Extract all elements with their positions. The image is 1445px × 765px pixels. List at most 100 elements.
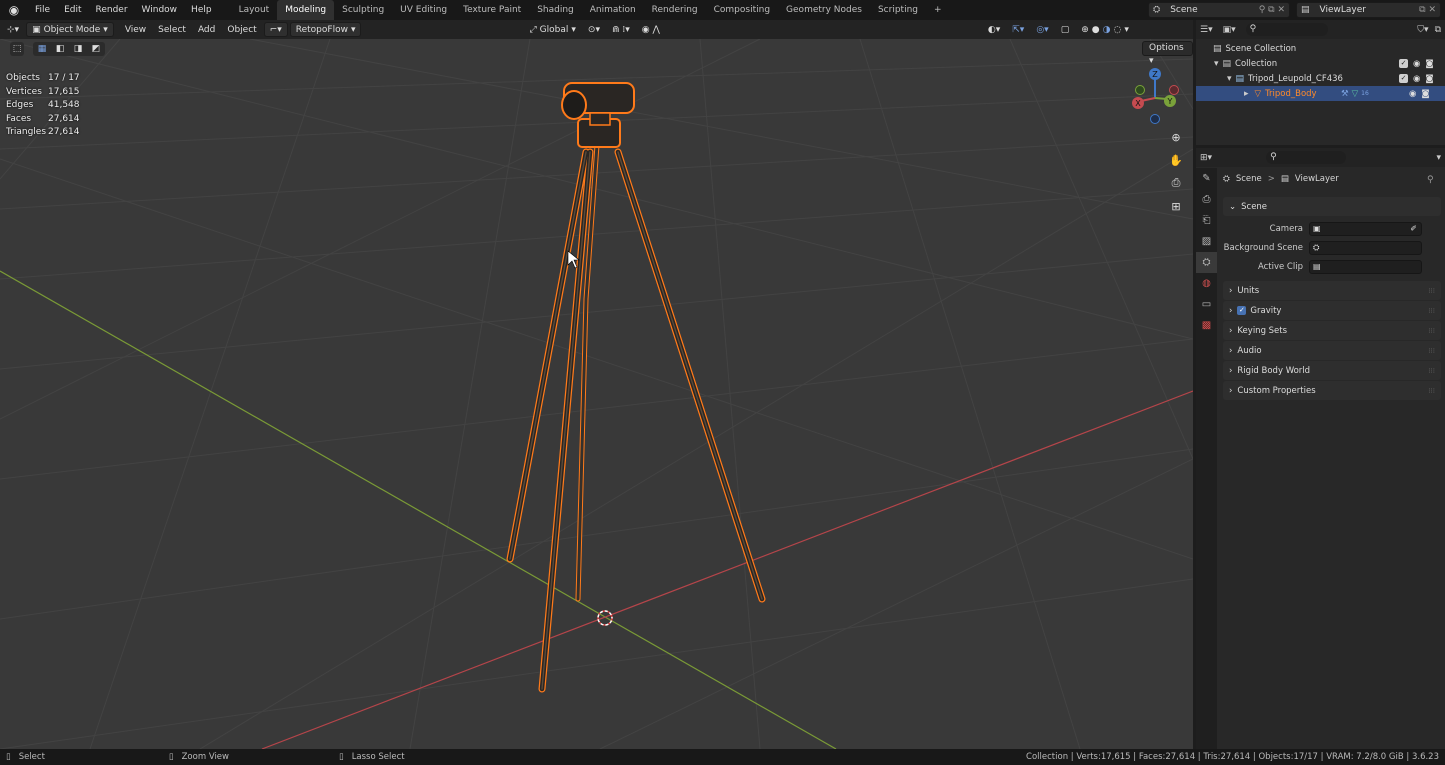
pin-icon[interactable]: ⚲ ⧉ ✕	[1259, 5, 1285, 15]
copy-icon[interactable]: ⧉ ✕	[1419, 5, 1436, 15]
tab-texture-paint[interactable]: Texture Paint	[455, 0, 529, 20]
3d-viewport[interactable]: Z Y X Objects 17 / 17 Vertices 17,615 Edge…	[0, 39, 1193, 749]
expand-icon[interactable]: ▾	[1227, 74, 1232, 84]
tripod-object[interactable]	[506, 82, 766, 693]
properties-search-input[interactable]: ⚲	[1266, 151, 1347, 164]
3d-cursor[interactable]	[597, 610, 613, 626]
eye-icon[interactable]: ◉	[1409, 89, 1416, 99]
tab-uv-editing[interactable]: UV Editing	[392, 0, 455, 20]
view-layer-selector[interactable]: ▤ ViewLayer ⧉ ✕	[1296, 2, 1441, 18]
panel-keying-sets[interactable]: › Keying Sets ⁞⁞⁞	[1223, 321, 1441, 340]
zoom-icon[interactable]: ⊕	[1167, 128, 1185, 146]
mode-dropdown[interactable]: ▣ Object Mode ▾	[26, 22, 114, 37]
tab-sculpting[interactable]: Sculpting	[334, 0, 392, 20]
gravity-checkbox[interactable]: ✓	[1237, 306, 1247, 315]
menu-help[interactable]: Help	[184, 0, 219, 20]
tab-animation[interactable]: Animation	[582, 0, 644, 20]
eye-icon[interactable]: ◉	[1413, 59, 1420, 69]
eyedropper-icon[interactable]: ✐	[1410, 224, 1417, 233]
chevron-down-icon[interactable]: ▾	[1436, 153, 1441, 163]
select-tool-icon[interactable]: ⬚	[10, 42, 24, 56]
snap-toggle[interactable]: ⋒ ⁞▾	[607, 22, 635, 37]
tab-scripting[interactable]: Scripting	[870, 0, 926, 20]
new-collection-icon[interactable]: ⧉	[1435, 25, 1441, 35]
panel-gravity[interactable]: › ✓ Gravity ⁞⁞⁞	[1223, 301, 1441, 320]
select-new-icon[interactable]: ▦	[38, 44, 47, 54]
tab-shading[interactable]: Shading	[529, 0, 582, 20]
panel-units[interactable]: › Units ⁞⁞⁞	[1223, 281, 1441, 300]
xray-toggle[interactable]: ▢	[1056, 22, 1075, 37]
outliner-search-input[interactable]: ⚲	[1245, 23, 1328, 36]
tab-layout[interactable]: Layout	[231, 0, 278, 20]
outliner-editor-icon[interactable]: ☰▾	[1200, 25, 1213, 35]
orientation-dropdown[interactable]: ⤢ Global ▾	[524, 22, 580, 37]
panel-custom-properties[interactable]: › Custom Properties ⁞⁞⁞	[1223, 381, 1441, 400]
field-background-scene: Background Scene ⛭	[1223, 238, 1445, 257]
camera-icon[interactable]: ⎙	[1167, 174, 1185, 192]
camera-render-icon[interactable]: ◙	[1421, 89, 1429, 99]
options-button[interactable]: Options ▾	[1142, 41, 1193, 66]
proportional-toggle[interactable]: ◉ ⋀	[637, 22, 665, 37]
tab-modeling[interactable]: Modeling	[277, 0, 335, 20]
menu-file[interactable]: File	[28, 0, 57, 20]
outliner-row-tripod-collection[interactable]: ▾ ▤ Tripod_Leupold_CF436 ✓ ◉ ◙	[1196, 71, 1445, 86]
display-mode-icon[interactable]: ▣▾	[1223, 25, 1236, 35]
menu-window[interactable]: Window	[135, 0, 185, 20]
scene-selector[interactable]: ⛭ Scene ⚲ ⧉ ✕	[1148, 2, 1290, 18]
drag-handle-icon[interactable]: ⁞⁞⁞	[1428, 367, 1435, 375]
select-subtract-icon[interactable]: ◨	[74, 44, 83, 54]
menu-object[interactable]: Object	[222, 22, 261, 37]
navigation-gizmo[interactable]: Z Y X	[1132, 68, 1179, 124]
pin-icon[interactable]: ⚲	[1427, 175, 1434, 185]
drag-handle-icon[interactable]: ⁞⁞⁞	[1428, 387, 1435, 395]
camera-render-icon[interactable]: ◙	[1425, 59, 1433, 69]
outliner-row-scene-collection[interactable]: ▤ Scene Collection	[1196, 41, 1445, 56]
tab-compositing[interactable]: Compositing	[706, 0, 778, 20]
expand-icon[interactable]: ▾	[1214, 59, 1219, 69]
tab-geometry-nodes[interactable]: Geometry Nodes	[778, 0, 870, 20]
visibility-dropdown[interactable]: ◐▾	[983, 22, 1005, 37]
properties-editor-icon[interactable]: ⊞▾	[1200, 153, 1212, 163]
drag-handle-icon[interactable]: ⁞⁞⁞	[1428, 327, 1435, 335]
filter-icon[interactable]: ⛉▾	[1417, 25, 1428, 35]
panel-scene[interactable]: ⌄ Scene	[1223, 197, 1441, 216]
pan-hand-icon[interactable]: ✋	[1167, 151, 1185, 169]
active-clip-field[interactable]: ▤	[1309, 259, 1422, 274]
gizmo-toggle[interactable]: ⇱▾	[1007, 22, 1029, 37]
menu-select[interactable]: Select	[153, 22, 191, 37]
exclude-checkbox[interactable]: ✓	[1399, 59, 1408, 68]
blender-logo-icon[interactable]: ◉	[0, 0, 28, 20]
menu-add[interactable]: Add	[193, 22, 220, 37]
selection-mode-buttons[interactable]: ▦ ◧ ◨ ◩	[33, 42, 105, 56]
menu-edit[interactable]: Edit	[57, 0, 88, 20]
pivot-dropdown[interactable]: ⊙▾	[583, 22, 605, 37]
select-extend-icon[interactable]: ◧	[56, 44, 65, 54]
shading-modes[interactable]: ⊕ ● ◑ ◌ ▾	[1076, 22, 1134, 37]
outliner-row-tripod-body[interactable]: ▸ ▽ Tripod_Body ⚒ ▽ 16 ◉ ◙	[1196, 86, 1445, 101]
grid-perspective-icon[interactable]: ⊞	[1167, 197, 1185, 215]
wrench-modifier-icon[interactable]: ⚒	[1341, 89, 1349, 99]
expand-icon[interactable]: ▸	[1244, 89, 1249, 99]
tool-tab-icon[interactable]: ✎	[1196, 168, 1217, 189]
panel-rigid-body-world[interactable]: › Rigid Body World ⁞⁞⁞	[1223, 361, 1441, 380]
menu-view[interactable]: View	[120, 22, 151, 37]
camera-render-icon[interactable]: ◙	[1425, 74, 1433, 84]
panel-audio[interactable]: › Audio ⁞⁞⁞	[1223, 341, 1441, 360]
add-workspace-button[interactable]: +	[926, 0, 950, 20]
outliner-row-collection[interactable]: ▾ ▤ Collection ✓ ◉ ◙	[1196, 56, 1445, 71]
drag-handle-icon[interactable]: ⁞⁞⁞	[1428, 287, 1435, 295]
overlay-toggle[interactable]: ◎▾	[1031, 22, 1053, 37]
eye-icon[interactable]: ◉	[1413, 74, 1420, 84]
exclude-checkbox[interactable]: ✓	[1399, 74, 1408, 83]
select-invert-icon[interactable]: ◩	[92, 44, 101, 54]
editor-type-button[interactable]: ⊹▾	[2, 22, 24, 37]
mesh-data-icon[interactable]: ▽	[1352, 89, 1359, 99]
retopoflow-dropdown[interactable]: RetopoFlow ▾	[289, 22, 362, 37]
tab-rendering[interactable]: Rendering	[644, 0, 706, 20]
menu-render[interactable]: Render	[89, 0, 135, 20]
drag-handle-icon[interactable]: ⁞⁞⁞	[1428, 347, 1435, 355]
drag-handle-icon[interactable]: ⁞⁞⁞	[1428, 307, 1435, 315]
background-scene-field[interactable]: ⛭	[1309, 240, 1422, 255]
camera-field[interactable]: ▣ ✐	[1309, 221, 1422, 236]
transform-icon-dropdown[interactable]: ⌐▾	[263, 22, 288, 37]
